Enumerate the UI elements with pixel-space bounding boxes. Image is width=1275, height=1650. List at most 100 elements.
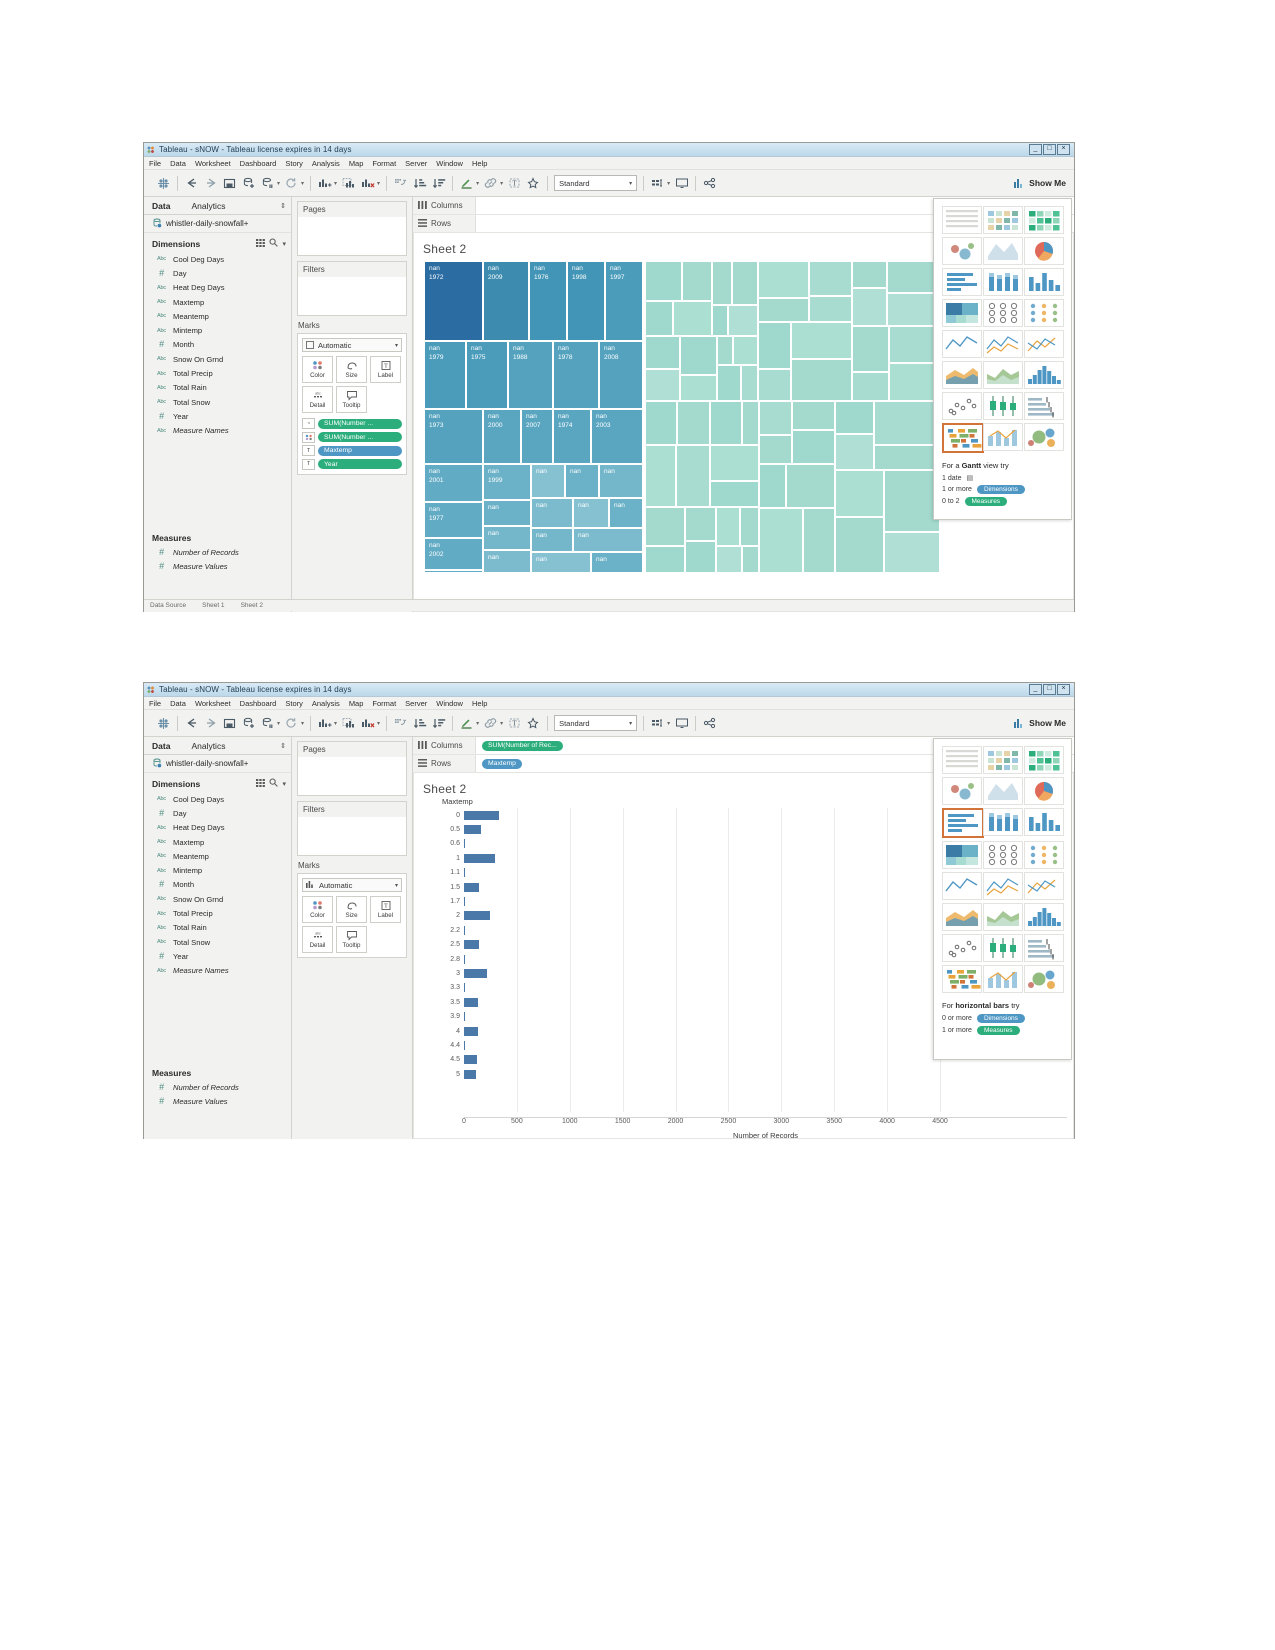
pages-card[interactable]: Pages bbox=[297, 741, 407, 796]
add-datasource-icon[interactable] bbox=[241, 176, 256, 191]
menu-item-help[interactable]: Help bbox=[472, 159, 487, 168]
dimensions-menu-caret-icon[interactable]: ▾ bbox=[282, 240, 286, 248]
highlight-icon[interactable] bbox=[459, 176, 474, 191]
bar[interactable] bbox=[464, 983, 466, 993]
treemap-tile[interactable]: nan 1973 bbox=[424, 409, 483, 464]
treemap-tile-small[interactable] bbox=[758, 322, 791, 369]
bar[interactable] bbox=[464, 1026, 478, 1036]
pause-datasource-icon[interactable] bbox=[260, 716, 275, 731]
sort-ascending-icon[interactable] bbox=[412, 176, 427, 191]
menu-item-file[interactable]: File bbox=[149, 159, 161, 168]
mark-type-caret-icon[interactable]: ▾ bbox=[395, 342, 398, 349]
treemap-tile[interactable]: nan 2003 bbox=[591, 409, 643, 464]
show-me-option-bullet[interactable] bbox=[1024, 934, 1064, 962]
close-button[interactable]: × bbox=[1057, 144, 1070, 155]
show-me-option-stacked-bar[interactable] bbox=[983, 268, 1023, 296]
datasource-row[interactable]: whistler-daily-snowfall+ bbox=[144, 755, 291, 773]
show-me-option-dual-combo[interactable] bbox=[983, 965, 1023, 993]
field-mintemp[interactable]: Abc Mintemp bbox=[144, 323, 291, 337]
show-me-option-hbar[interactable] bbox=[942, 268, 982, 296]
tab-analytics[interactable]: Analytics bbox=[191, 201, 225, 211]
back-arrow-icon[interactable] bbox=[184, 176, 199, 191]
menu-item-story[interactable]: Story bbox=[285, 159, 303, 168]
maximize-button[interactable]: □ bbox=[1043, 144, 1056, 155]
show-me-option-heat-map[interactable] bbox=[983, 206, 1023, 234]
marks-pill-row[interactable]: ◔ SUM(Number ... bbox=[302, 418, 402, 429]
treemap-tile-small[interactable] bbox=[716, 507, 740, 546]
sort-descending-icon[interactable] bbox=[431, 176, 446, 191]
forward-arrow-icon[interactable] bbox=[203, 716, 218, 731]
field-total-snow[interactable]: Abc Total Snow bbox=[144, 935, 291, 949]
bar-row[interactable]: 1.1 bbox=[422, 866, 499, 880]
bar[interactable] bbox=[464, 868, 466, 878]
clear-caret-icon[interactable]: ▾ bbox=[377, 720, 380, 727]
size-button[interactable]: Size bbox=[336, 896, 367, 923]
search-icon[interactable] bbox=[269, 778, 279, 789]
treemap-tile[interactable]: nan bbox=[483, 500, 531, 526]
treemap-tile[interactable]: nan bbox=[531, 498, 573, 528]
bar[interactable] bbox=[464, 911, 490, 921]
refresh-icon[interactable] bbox=[284, 716, 299, 731]
save-icon[interactable] bbox=[222, 716, 237, 731]
show-me-option-pie[interactable] bbox=[1024, 777, 1064, 805]
treemap-tile-small[interactable] bbox=[741, 365, 758, 401]
show-me-option-stacked-bar[interactable] bbox=[983, 808, 1023, 836]
treemap-tile[interactable]: nan bbox=[599, 464, 643, 498]
pill-label[interactable]: Year bbox=[318, 459, 402, 469]
bar-row[interactable]: 1 bbox=[422, 851, 499, 865]
menu-item-server[interactable]: Server bbox=[405, 159, 427, 168]
show-me-option-box[interactable] bbox=[983, 934, 1023, 962]
treemap-tile-small[interactable] bbox=[740, 507, 759, 546]
tab-data[interactable]: Data bbox=[152, 201, 170, 211]
datasource-dropdown-caret-icon[interactable]: ▾ bbox=[277, 180, 280, 187]
treemap-tile[interactable]: nan bbox=[483, 526, 531, 550]
treemap-tile[interactable]: nan 1972 bbox=[424, 261, 483, 341]
field-year[interactable]: # Year bbox=[144, 949, 291, 963]
treemap-tile-small[interactable] bbox=[710, 481, 759, 507]
treemap-tile-small[interactable] bbox=[682, 261, 712, 301]
treemap-tile[interactable]: nan 1975 bbox=[466, 341, 508, 409]
treemap-tile[interactable]: nan bbox=[531, 528, 573, 552]
treemap-tile-small[interactable] bbox=[645, 336, 680, 369]
treemap-tile-small[interactable] bbox=[680, 336, 717, 375]
highlight-caret-icon[interactable]: ▾ bbox=[476, 720, 479, 727]
group-by-folder-icon[interactable] bbox=[256, 238, 266, 249]
show-me-option-gantt[interactable] bbox=[942, 423, 984, 453]
treemap-tile-small[interactable] bbox=[759, 401, 792, 435]
treemap-tile[interactable]: nan bbox=[565, 464, 599, 498]
bar-row[interactable]: 1.5 bbox=[422, 880, 499, 894]
field-day[interactable]: # Day bbox=[144, 806, 291, 820]
show-me-option-treemap[interactable] bbox=[942, 299, 982, 327]
treemap-tile-small[interactable] bbox=[791, 322, 852, 359]
show-me-option-circle-views[interactable] bbox=[983, 841, 1023, 869]
fit-select[interactable]: Standard ▾ bbox=[554, 715, 638, 731]
show-me-option-line-mult[interactable] bbox=[983, 330, 1023, 358]
presentation-mode-icon[interactable] bbox=[674, 176, 689, 191]
bar-row[interactable]: 4 bbox=[422, 1024, 499, 1038]
menu-item-map[interactable]: Map bbox=[349, 699, 364, 708]
bar-row[interactable]: 1.7 bbox=[422, 894, 499, 908]
treemap-tile-small[interactable] bbox=[716, 546, 742, 573]
treemap-tile-small[interactable] bbox=[759, 508, 803, 573]
new-worksheet-caret-icon[interactable]: ▾ bbox=[334, 180, 337, 187]
field-total-precip[interactable]: Abc Total Precip bbox=[144, 906, 291, 920]
show-me-option-area2[interactable] bbox=[983, 361, 1023, 389]
tooltip-button[interactable]: Tooltip bbox=[336, 386, 367, 413]
new-worksheet-icon[interactable] bbox=[317, 716, 332, 731]
treemap-tile-small[interactable] bbox=[732, 261, 758, 305]
menu-item-window[interactable]: Window bbox=[436, 159, 463, 168]
new-worksheet-caret-icon[interactable]: ▾ bbox=[334, 720, 337, 727]
pill-label[interactable]: SUM(Number ... bbox=[318, 418, 402, 429]
bar-row[interactable]: 5 bbox=[422, 1067, 499, 1081]
sort-ascending-icon[interactable] bbox=[412, 716, 427, 731]
bar[interactable] bbox=[464, 997, 478, 1007]
show-me-grid[interactable] bbox=[934, 739, 1071, 997]
treemap-tile[interactable]: nan 2009 bbox=[483, 261, 529, 341]
bar[interactable] bbox=[464, 1069, 477, 1079]
treemap-tile[interactable]: nan 1997 bbox=[605, 261, 643, 341]
filters-dropzone[interactable] bbox=[298, 277, 406, 315]
presentation-link-icon[interactable] bbox=[483, 716, 498, 731]
pill-label[interactable]: Maxtemp bbox=[318, 445, 402, 456]
show-me-option-circle-views[interactable] bbox=[983, 299, 1023, 327]
bar-row[interactable]: 0.5 bbox=[422, 822, 499, 836]
